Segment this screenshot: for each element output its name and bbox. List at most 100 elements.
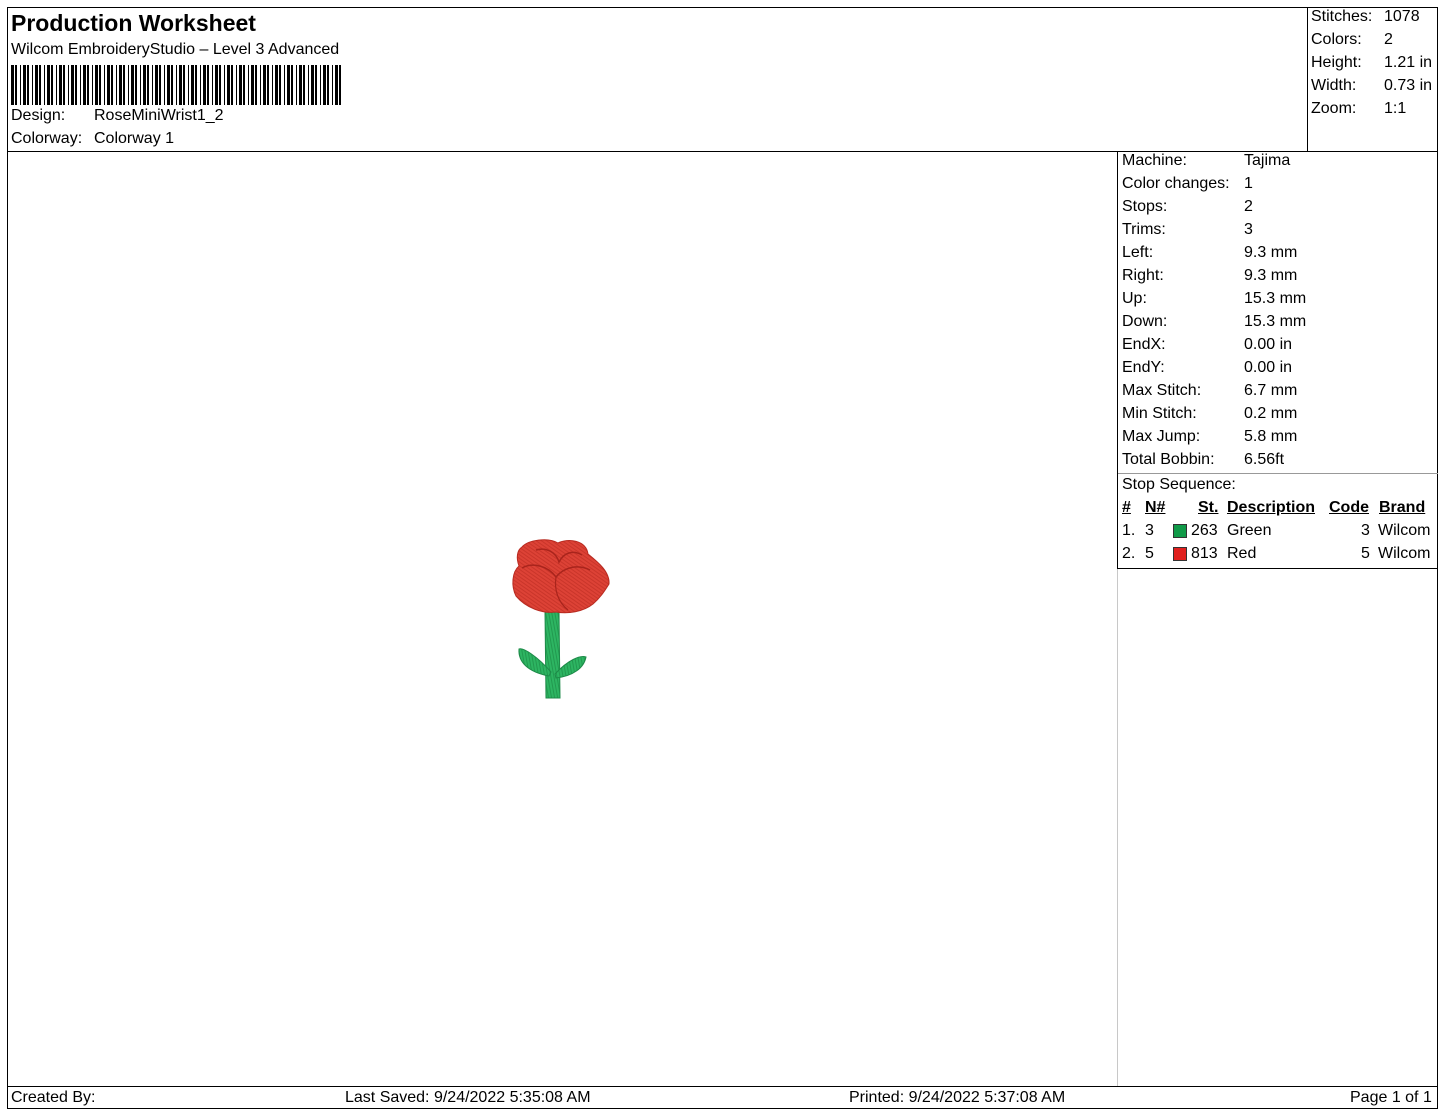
barcode-bar [152,65,153,105]
barcode-bar [239,65,242,105]
stat-label: Left: [1122,244,1154,261]
barcode-bar [255,65,257,105]
barcode-bar [59,65,62,105]
barcode-bar [236,65,237,105]
canvas-side-divider [1117,569,1118,1086]
worksheet-footer: Created By: Last Saved: 9/24/2022 5:35:0… [7,1086,1438,1109]
col-desc-header: Description [1227,499,1316,516]
stat-label: Trims: [1122,221,1166,238]
stat-value: 9.3 mm [1244,267,1298,284]
stat-row: Left: 9.3 mm [1122,243,1297,263]
col-n-header: N# [1145,499,1166,516]
barcode-bar [212,65,213,105]
barcode-bar [68,65,69,105]
stat-row: Right: 9.3 mm [1122,266,1297,286]
rose-design-image [512,539,610,699]
page-number: Page 1 of 1 [1350,1089,1432,1106]
barcode-bar [176,65,177,105]
stat-row: Down: 15.3 mm [1122,312,1306,332]
barcode-bar [248,65,249,105]
barcode-bar [275,65,278,105]
stitches-value: 1078 [1384,8,1420,25]
stat-value: 6.56ft [1244,451,1285,468]
barcode-bar [260,65,261,105]
colors-row: Colors: 2 [1311,30,1393,50]
colorway-label: Colorway: [11,130,83,147]
stat-label: Down: [1122,313,1168,330]
row-st: 813 [1191,545,1218,562]
barcode-bar [200,65,201,105]
barcode-bar [15,65,17,105]
table-row: 1. 3 263 Green 3 Wilcom [1118,521,1438,543]
created-by-label: Created By: [11,1089,96,1106]
col-st-header: St. [1198,499,1219,516]
barcode-bar [35,65,38,105]
barcode-bar [164,65,165,105]
stats-divider [1118,473,1438,474]
stat-row: EndY: 0.00 in [1122,358,1292,378]
stop-sequence-title: Stop Sequence: [1122,476,1236,493]
barcode-bar [171,65,173,105]
height-label: Height: [1311,54,1362,71]
barcode-bar [140,65,141,105]
barcode-bar [287,65,290,105]
barcode-bar [327,65,329,105]
barcode-bar [299,65,302,105]
barcode-bar [315,65,317,105]
zoom-label: Zoom: [1311,100,1357,117]
stat-row: Max Stitch: 6.7 mm [1122,381,1297,401]
stat-value: Tajima [1244,152,1291,169]
barcode-bar [195,65,197,105]
barcode-bar [95,65,98,105]
stat-row: Up: 15.3 mm [1122,289,1306,309]
barcode-bar [311,65,314,105]
software-subtitle: Wilcom EmbroideryStudio – Level 3 Advanc… [11,41,340,58]
barcode-bar [99,65,101,105]
zoom-row: Zoom: 1:1 [1311,99,1406,119]
barcode-bar [308,65,309,105]
barcode-bar [323,65,326,105]
barcode-bar [188,65,189,105]
stat-row: Stops: 2 [1122,197,1253,217]
col-code-header: Code [1329,499,1369,516]
barcode-bar [116,65,117,105]
barcode-bar [155,65,158,105]
stat-label: Up: [1122,290,1147,307]
design-value: RoseMiniWrist1_2 [94,107,224,124]
barcode-bar [291,65,293,105]
barcode-bar [147,65,149,105]
stat-label: Max Stitch: [1122,382,1202,399]
stat-label: Machine: [1122,152,1187,169]
stat-label: EndX: [1122,336,1166,353]
color-swatch [1173,547,1187,561]
design-canvas [8,152,1116,1086]
barcode-bar [92,65,93,105]
barcode-bar [191,65,194,105]
zoom-value: 1:1 [1384,100,1407,117]
stitches-row: Stitches: 1078 [1311,7,1420,27]
barcode-bar [203,65,206,105]
barcode-bar [80,65,81,105]
barcode-bar [167,65,170,105]
row-code: 3 [1361,522,1370,539]
barcode-bar [296,65,297,105]
stat-value: 15.3 mm [1244,313,1307,330]
barcode-bar [47,65,50,105]
table-row: 2. 5 813 Red 5 Wilcom [1118,544,1438,566]
design-row: Design: RoseMiniWrist1_2 [11,106,224,126]
barcode-bar [279,65,281,105]
row-n: 3 [1145,522,1154,539]
row-brand: Wilcom [1378,522,1431,539]
barcode-bar [39,65,41,105]
barcode-bar [207,65,209,105]
barcode-bar [32,65,33,105]
color-swatch [1173,524,1187,538]
barcode-bar [11,65,14,105]
width-label: Width: [1311,77,1357,94]
barcode-bar [231,65,233,105]
barcode-bar [107,65,110,105]
barcode-bar [183,65,185,105]
barcode-bar [44,65,45,105]
barcode-bar [227,65,230,105]
stats-panel: Machine: Tajima Color changes: 1 Stops: 2 Trim… [1117,151,1438,569]
